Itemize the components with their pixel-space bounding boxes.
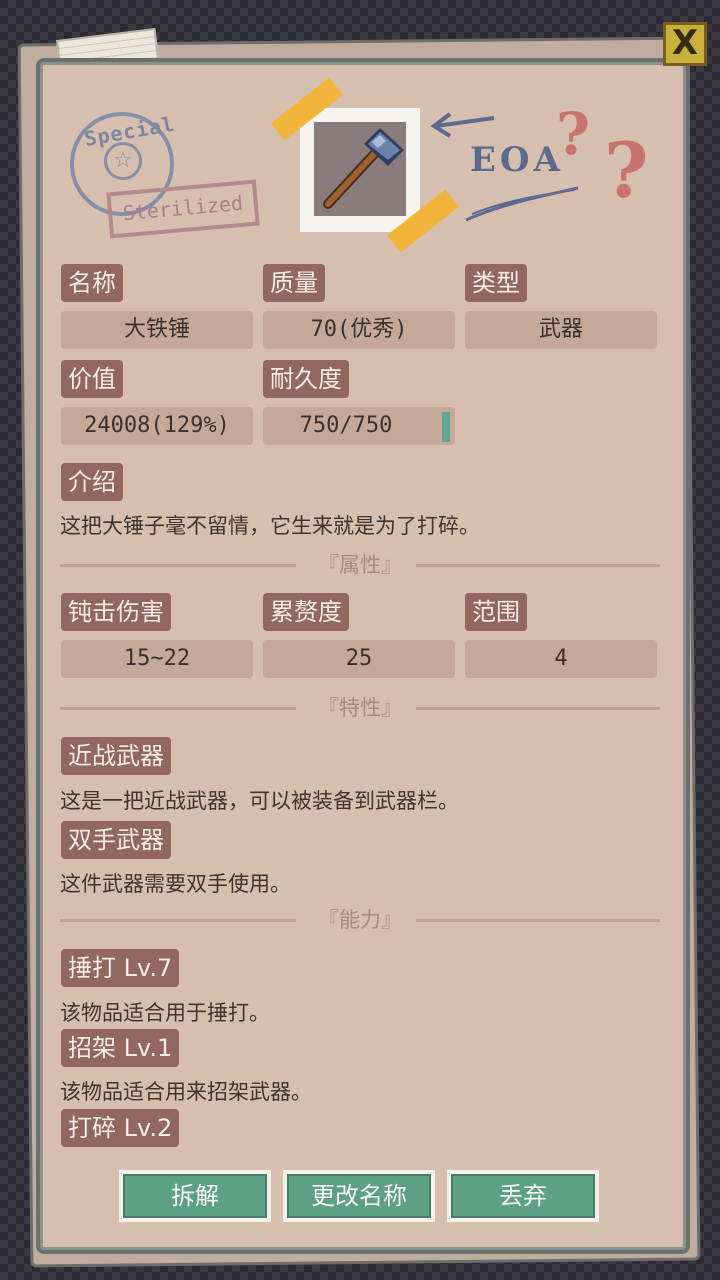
hammer-icon [314,122,406,216]
durability-bar [442,412,450,442]
abilities-divider: 『能力』 [60,905,660,935]
type-label: 类型 [465,264,527,302]
blunt-damage-value: 15~22 [61,640,253,678]
name-value: 大铁锤 [61,311,253,349]
question-mark-small: ? [556,100,590,168]
trait-two-handed-label: 双手武器 [61,821,171,859]
abilities-title: 『能力』 [318,908,402,932]
item-image-frame [300,108,420,232]
dismantle-button[interactable]: 拆解 [119,1170,271,1222]
name-label: 名称 [61,264,123,302]
eoa-scribble: EOA [470,140,564,180]
price-value: 24008(129%) [61,407,253,445]
attributes-title: 『属性』 [318,553,402,577]
ability-parry-label: 招架 Lv.1 [61,1029,180,1067]
traits-divider: 『特性』 [60,693,660,723]
price-label: 价值 [61,360,123,398]
discard-button[interactable]: 丢弃 [447,1170,599,1222]
ability-parry-desc: 该物品适合用来招架武器。 [60,1080,312,1104]
trait-melee-desc: 这是一把近战武器，可以被装备到武器栏。 [60,789,459,813]
trait-melee-label: 近战武器 [61,737,171,775]
trait-two-handed-desc: 这件武器需要双手使用。 [60,872,291,896]
close-button[interactable]: X [663,22,707,66]
range-label: 范围 [465,593,527,631]
quality-label: 质量 [263,264,325,302]
type-value: 武器 [465,311,657,349]
intro-label: 介绍 [61,463,123,501]
quality-value: 70(优秀) [263,311,455,349]
scribble-lines [465,186,579,222]
encumbrance-label: 累赘度 [263,593,349,631]
encumbrance-value: 25 [263,640,455,678]
attributes-divider: 『属性』 [60,550,660,580]
ability-hammering-desc: 该物品适合用于捶打。 [60,1001,270,1025]
question-mark-large: ? [604,126,649,215]
intro-text: 这把大锤子毫不留情，它生来就是为了打碎。 [60,514,480,538]
traits-title: 『特性』 [318,696,402,720]
blunt-damage-label: 钝击伤害 [61,593,171,631]
scroll-fade [50,1150,670,1166]
arrow-icon [430,112,495,138]
ability-smash-label: 打碎 Lv.2 [61,1109,180,1147]
range-value: 4 [465,640,657,678]
durability-value: 750/750 [263,407,455,445]
star-icon: ☆ [104,142,142,180]
rename-button[interactable]: 更改名称 [283,1170,435,1222]
durability-label: 耐久度 [263,360,349,398]
ability-hammering-label: 捶打 Lv.7 [61,949,180,987]
